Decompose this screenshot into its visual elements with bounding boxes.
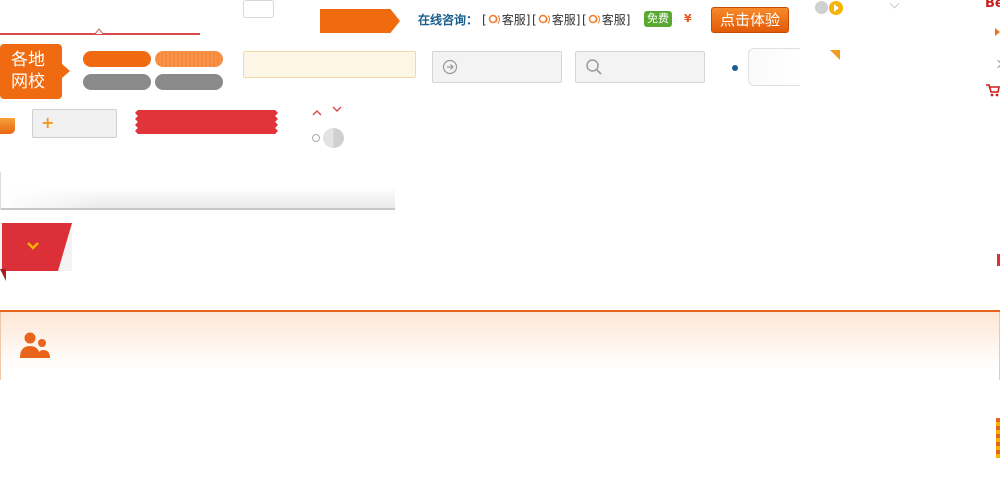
qq-chat-icon <box>488 14 500 24</box>
chevron-up-icon[interactable] <box>312 108 322 118</box>
bracket-open: [ <box>532 12 537 27</box>
people-icon <box>20 332 50 358</box>
kefu-link-1[interactable]: [ 客服 ] <box>482 11 530 28</box>
qq-chat-icon <box>588 14 600 24</box>
qq-chat-icon <box>538 14 550 24</box>
free-badge: 免费 <box>644 11 672 27</box>
kefu-link-3[interactable]: [ 客服 ] <box>582 11 630 28</box>
kefu-label: 客服 <box>501 13 526 27</box>
grey-pill-button-alt[interactable] <box>155 74 223 90</box>
corner-triangle-icon <box>830 50 840 60</box>
red-stamp-banner <box>135 110 278 134</box>
kefu-label: 客服 <box>601 13 626 27</box>
shadow-divider-bar <box>0 172 395 210</box>
chevron-down-icon[interactable] <box>332 104 342 114</box>
bracket-close: ] <box>575 12 581 27</box>
school-tab-line1: 各地 <box>11 50 45 70</box>
plus-icon: + <box>41 113 55 132</box>
section-header-panel <box>0 312 1000 380</box>
grey-pill-button[interactable] <box>83 74 151 90</box>
play-grey-icon[interactable] <box>815 1 828 14</box>
toggle-circle-icon[interactable] <box>323 128 344 148</box>
bracket-open: [ <box>482 12 487 27</box>
bracket-open: [ <box>582 12 587 27</box>
edge-logo-text: Be <box>985 0 1000 11</box>
school-tab-line2: 网校 <box>11 72 45 92</box>
arrow-right-icon[interactable] <box>995 28 1000 36</box>
arrow-circle-right-icon[interactable] <box>442 59 458 75</box>
orange-pill-button[interactable] <box>83 51 151 67</box>
bracket-close: ] <box>525 12 531 27</box>
shopping-cart-icon[interactable] <box>985 83 1000 97</box>
tooltip-box <box>243 0 274 18</box>
bracket-close: ] <box>625 12 631 27</box>
bullet-dot <box>732 65 738 71</box>
radio-dot-icon[interactable] <box>312 134 320 142</box>
orange-arrow-ribbon <box>320 9 400 33</box>
edge-pattern-strip <box>996 418 1000 458</box>
chevron-right-icon[interactable] <box>993 59 1000 69</box>
chevron-down-icon <box>27 242 39 250</box>
chevron-down-icon <box>889 0 900 9</box>
orange-corner-chip <box>0 118 15 134</box>
orange-pill-button-hover[interactable] <box>155 51 223 67</box>
speech-bubble <box>748 48 800 86</box>
search-input[interactable] <box>575 51 705 83</box>
online-consult-label: 在线咨询： <box>418 13 479 27</box>
expand-tab[interactable] <box>0 223 72 281</box>
play-yellow-icon[interactable] <box>829 1 843 15</box>
divider-notch <box>95 28 103 34</box>
go-input[interactable] <box>432 51 562 83</box>
regional-schools-tab[interactable]: 各地 网校 <box>0 44 70 99</box>
try-now-button[interactable]: 点击体验 <box>711 7 789 33</box>
add-button[interactable]: + <box>32 109 117 138</box>
tab-fold <box>0 269 6 281</box>
text-input[interactable] <box>243 51 416 78</box>
kefu-link-2[interactable]: [ 客服 ] <box>532 11 580 28</box>
search-icon[interactable] <box>585 58 603 76</box>
yen-icon: ¥ <box>684 12 692 25</box>
kefu-label: 客服 <box>551 13 576 27</box>
